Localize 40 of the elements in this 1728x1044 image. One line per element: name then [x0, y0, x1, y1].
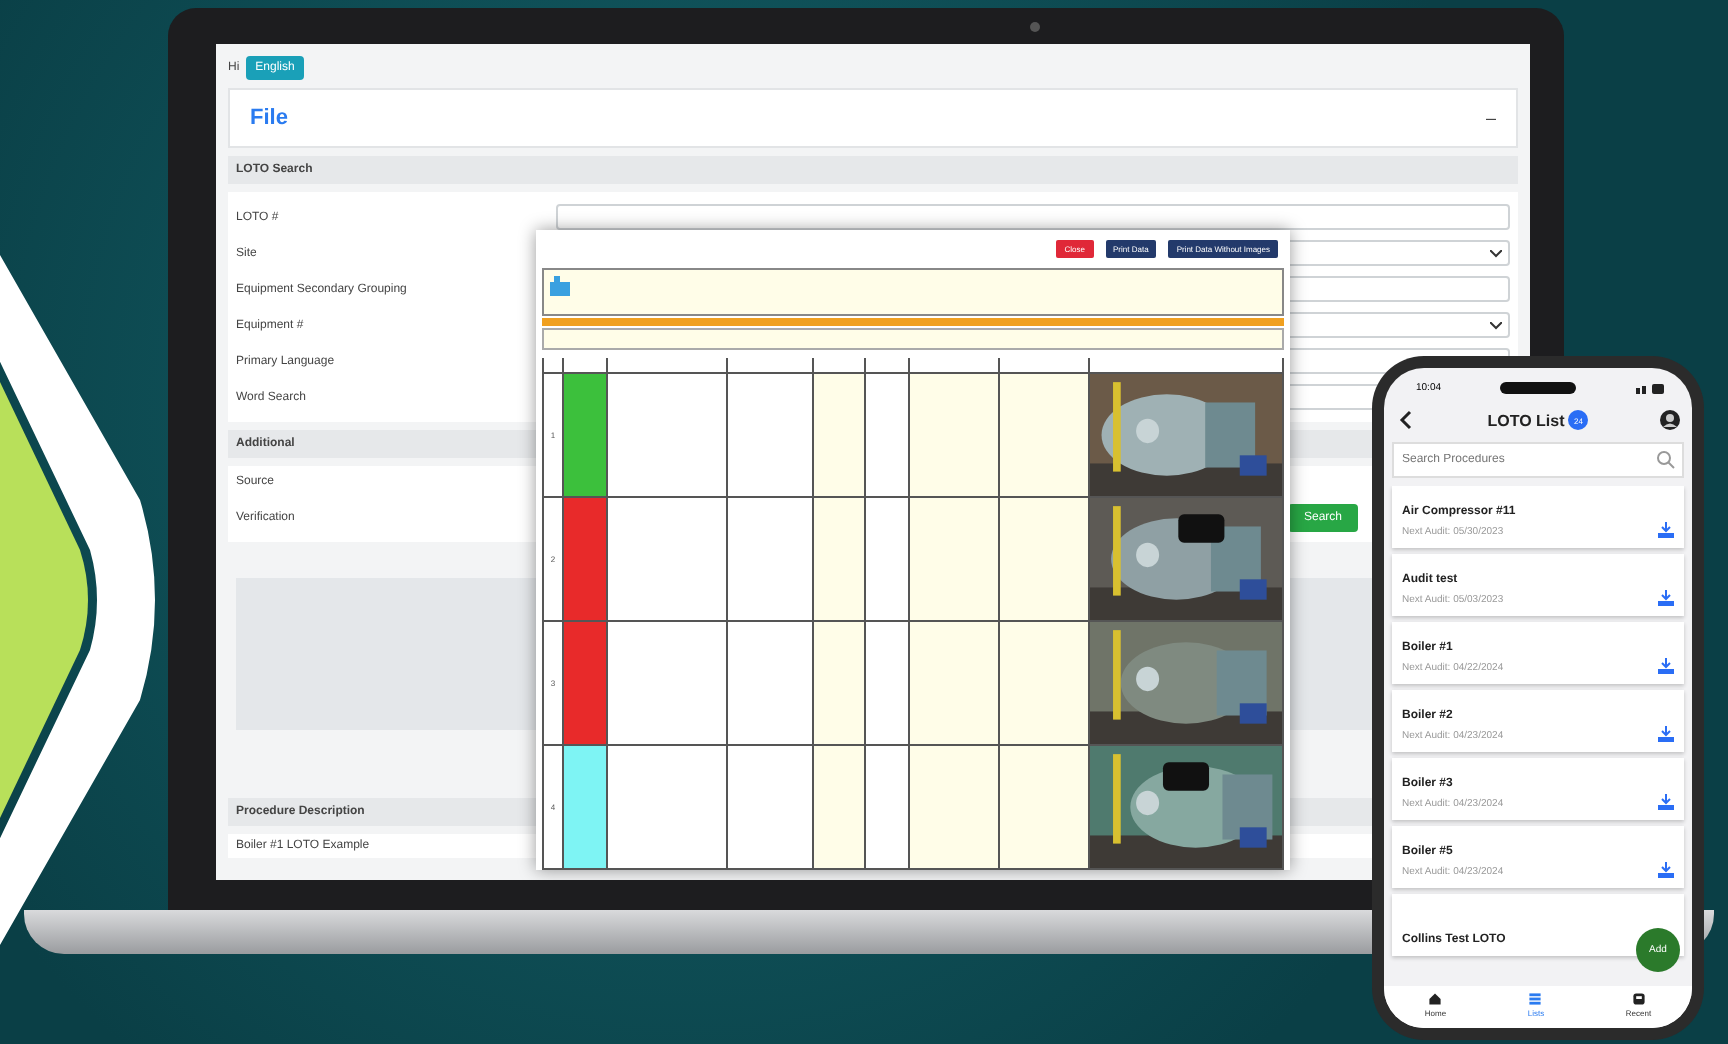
table-cell [728, 622, 814, 746]
chevron-icon [1490, 321, 1502, 329]
battery-icon [1635, 383, 1664, 393]
table-cell [608, 498, 728, 622]
table-cell [910, 746, 1000, 870]
list-icon [1528, 992, 1543, 1006]
table-cell [728, 374, 814, 498]
table-cell [910, 498, 1000, 622]
table-cell [814, 622, 866, 746]
table-cell [728, 498, 814, 622]
table-cell [608, 746, 728, 870]
back-icon[interactable] [1396, 410, 1416, 430]
table-cell [608, 622, 728, 746]
table-cell [910, 622, 1000, 746]
panel-title: File [250, 106, 288, 130]
table-cell [866, 622, 910, 746]
download-icon[interactable] [1658, 794, 1674, 810]
download-icon[interactable] [1658, 590, 1674, 606]
table-cell [866, 374, 910, 498]
table-cell [866, 498, 910, 622]
table-cell [866, 746, 910, 870]
search-icon [1656, 450, 1676, 470]
download-icon[interactable] [1658, 522, 1674, 538]
download-icon[interactable] [1658, 726, 1674, 742]
table-cell [814, 374, 866, 498]
table-cell [814, 746, 866, 870]
input-field[interactable] [556, 204, 1510, 230]
chevron-icon [1490, 249, 1502, 257]
screen-title: LOTO List [1487, 411, 1565, 429]
clock-icon [1631, 992, 1646, 1006]
table-cell [910, 374, 1000, 498]
avatar-icon[interactable] [1660, 410, 1680, 430]
download-icon[interactable] [1658, 658, 1674, 674]
table-cell [814, 498, 866, 622]
table-cell [728, 746, 814, 870]
table-cell [608, 374, 728, 498]
collapse-button[interactable]: – [1485, 108, 1496, 128]
logo-icon [548, 274, 576, 298]
home-icon [1428, 992, 1443, 1006]
download-icon[interactable] [1658, 862, 1674, 878]
